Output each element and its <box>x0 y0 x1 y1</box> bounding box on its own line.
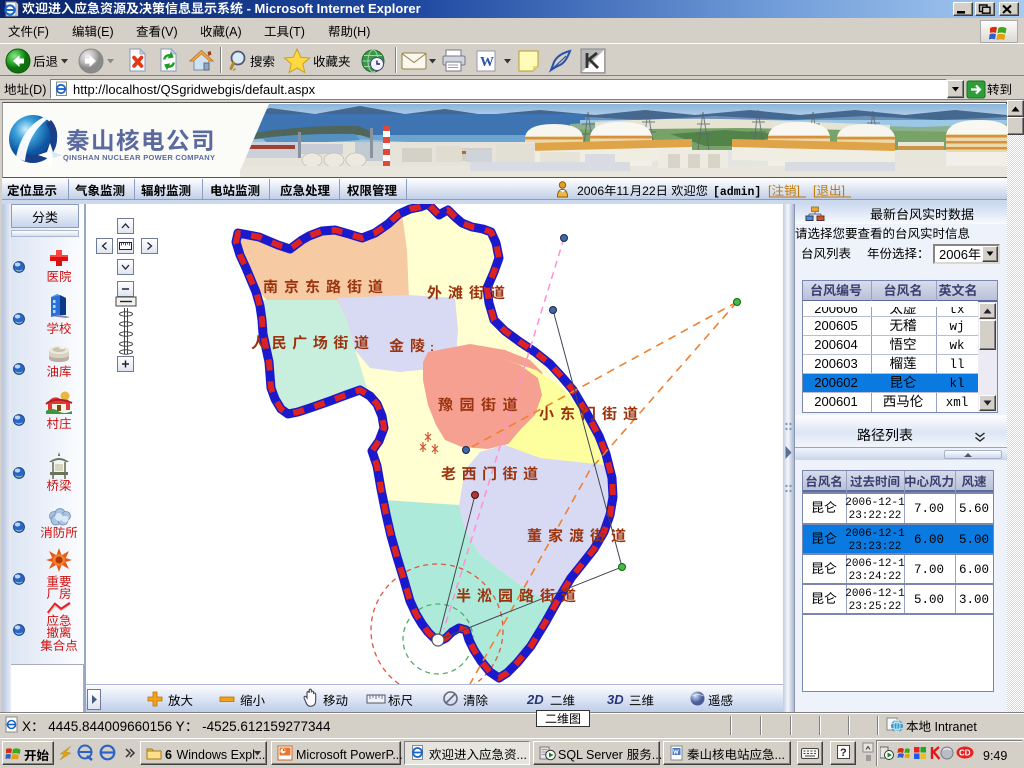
svg-text:W: W <box>480 55 494 70</box>
svg-text:CD: CD <box>959 749 971 758</box>
svg-text:?: ? <box>840 747 847 759</box>
